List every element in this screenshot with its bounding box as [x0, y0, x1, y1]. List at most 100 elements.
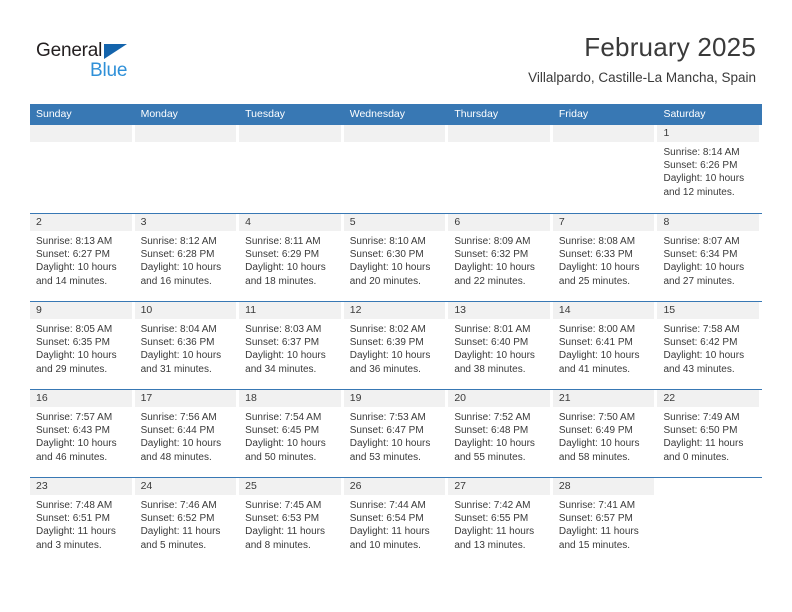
daylight-duration-line2: and 29 minutes.	[36, 363, 108, 375]
sunset-time: Sunset: 6:54 PM	[349, 513, 424, 525]
day-number	[239, 125, 341, 142]
day-sun-info: Sunrise: 7:49 AM Sunset: 6:50 PM Daylight:…	[657, 407, 759, 464]
calendar-day-cell[interactable]: 14 Sunrise: 8:00 AM Sunset: 6:41 PM Dayligh…	[552, 302, 658, 389]
calendar-day-cell[interactable]: 7 Sunrise: 8:08 AM Sunset: 6:33 PM Daylight…	[552, 214, 658, 301]
calendar-day-cell[interactable]: 2 Sunrise: 8:13 AM Sunset: 6:27 PM Daylight…	[30, 214, 135, 301]
weekday-header-wednesday: Wednesday	[349, 108, 405, 120]
day-number: 27	[448, 478, 550, 495]
daylight-duration-line1: Daylight: 10 hours	[349, 350, 431, 362]
weekday-header-monday: Monday	[140, 108, 178, 120]
daylight-duration-line2: and 0 minutes.	[663, 451, 730, 463]
day-number: 14	[552, 302, 655, 319]
calendar-day-cell[interactable]: 13 Sunrise: 8:01 AM Sunset: 6:40 PM Dayligh…	[448, 302, 553, 389]
daylight-duration-line1: Daylight: 11 hours	[245, 526, 326, 538]
calendar-day-cell[interactable]: 16 Sunrise: 7:57 AM Sunset: 6:43 PM Dayligh…	[30, 390, 135, 477]
sunset-time: Sunset: 6:26 PM	[663, 160, 738, 172]
calendar-day-cell-empty	[30, 125, 135, 213]
daylight-duration-line1: Daylight: 11 hours	[454, 526, 535, 538]
day-number: 4	[239, 214, 341, 231]
day-sun-info: Sunrise: 7:48 AM Sunset: 6:51 PM Daylight:…	[30, 495, 132, 552]
calendar-day-cell[interactable]: 4 Sunrise: 8:11 AM Sunset: 6:29 PM Daylight…	[239, 214, 344, 301]
day-number	[657, 478, 759, 495]
calendar-day-cell[interactable]: 3 Sunrise: 8:12 AM Sunset: 6:28 PM Daylight…	[134, 214, 240, 301]
calendar-page: General Blue February 2025 Villalpardo, …	[0, 0, 792, 612]
day-sun-info: Sunrise: 8:03 AM Sunset: 6:37 PM Daylight:…	[239, 319, 341, 376]
daylight-duration-line1: Daylight: 10 hours	[36, 350, 117, 362]
calendar-day-cell[interactable]: 9 Sunrise: 8:05 AM Sunset: 6:35 PM Daylight…	[30, 302, 135, 389]
weekday-header-thursday: Thursday	[454, 108, 499, 120]
calendar-day-cell[interactable]: 5 Sunrise: 8:10 AM Sunset: 6:30 PM Daylight…	[343, 214, 449, 301]
calendar-day-cell[interactable]: 23 Sunrise: 7:48 AM Sunset: 6:51 PM Dayligh…	[30, 478, 135, 565]
triangle-icon	[104, 44, 127, 59]
sunrise-time: Sunrise: 7:54 AM	[245, 412, 322, 423]
day-number	[448, 125, 550, 142]
daylight-duration-line2: and 8 minutes.	[245, 539, 311, 551]
calendar-day-cell[interactable]: 21 Sunrise: 7:50 AM Sunset: 6:49 PM Dayligh…	[552, 390, 658, 477]
calendar-day-cell[interactable]: 26 Sunrise: 7:44 AM Sunset: 6:54 PM Dayligh…	[343, 478, 449, 565]
sunset-time: Sunset: 6:36 PM	[140, 337, 215, 349]
calendar-day-cell[interactable]: 6 Sunrise: 8:09 AM Sunset: 6:32 PM Daylight…	[448, 214, 553, 301]
calendar-day-cell[interactable]: 18 Sunrise: 7:54 AM Sunset: 6:45 PM Dayligh…	[239, 390, 344, 477]
daylight-duration-line1: Daylight: 10 hours	[349, 438, 431, 450]
calendar-day-cell[interactable]: 24 Sunrise: 7:46 AM Sunset: 6:52 PM Dayligh…	[134, 478, 240, 565]
sunrise-time: Sunrise: 7:57 AM	[36, 412, 113, 423]
sunset-time: Sunset: 6:45 PM	[245, 425, 320, 437]
daylight-duration-line1: Daylight: 10 hours	[454, 350, 535, 362]
day-number	[343, 125, 446, 142]
daylight-duration-line2: and 41 minutes.	[558, 363, 631, 375]
calendar-day-cell[interactable]: 22 Sunrise: 7:49 AM Sunset: 6:50 PM Dayligh…	[657, 390, 762, 477]
daylight-duration-line2: and 18 minutes.	[245, 275, 317, 287]
day-sun-info: Sunrise: 7:56 AM Sunset: 6:44 PM Daylight:…	[135, 407, 237, 464]
calendar-day-cell[interactable]: 15 Sunrise: 7:58 AM Sunset: 6:42 PM Dayligh…	[657, 302, 762, 389]
sunrise-time: Sunrise: 7:53 AM	[349, 412, 426, 423]
daylight-duration-line1: Daylight: 10 hours	[558, 438, 640, 450]
daylight-duration-line2: and 43 minutes.	[663, 363, 735, 375]
calendar-day-cell[interactable]: 25 Sunrise: 7:45 AM Sunset: 6:53 PM Dayligh…	[239, 478, 344, 565]
daylight-duration-line2: and 3 minutes.	[36, 539, 102, 551]
calendar-day-cell[interactable]: 11 Sunrise: 8:03 AM Sunset: 6:37 PM Dayligh…	[239, 302, 344, 389]
calendar-day-cell[interactable]: 28 Sunrise: 7:41 AM Sunset: 6:57 PM Dayligh…	[552, 478, 658, 565]
day-number: 6	[448, 214, 550, 231]
daylight-duration-line1: Daylight: 10 hours	[454, 262, 535, 274]
day-sun-info: Sunrise: 8:01 AM Sunset: 6:40 PM Daylight:…	[448, 319, 550, 376]
general-blue-logo[interactable]: General Blue	[36, 40, 216, 86]
daylight-duration-line2: and 12 minutes.	[663, 186, 735, 198]
sunset-time: Sunset: 6:42 PM	[663, 337, 738, 349]
calendar-day-cell[interactable]: 19 Sunrise: 7:53 AM Sunset: 6:47 PM Dayligh…	[343, 390, 449, 477]
daylight-duration-line1: Daylight: 10 hours	[140, 438, 222, 450]
sunset-time: Sunset: 6:51 PM	[36, 513, 110, 525]
daylight-duration-line1: Daylight: 11 hours	[36, 526, 116, 538]
day-number: 15	[657, 302, 760, 319]
calendar-day-cell[interactable]: 17 Sunrise: 7:56 AM Sunset: 6:44 PM Dayligh…	[134, 390, 240, 477]
calendar-day-cell[interactable]: 12 Sunrise: 8:02 AM Sunset: 6:39 PM Dayligh…	[343, 302, 449, 389]
day-number: 13	[448, 302, 550, 319]
day-number: 18	[239, 390, 341, 407]
calendar-day-cell[interactable]: 8 Sunrise: 8:07 AM Sunset: 6:34 PM Daylight…	[657, 214, 762, 301]
daylight-duration-line1: Daylight: 11 hours	[140, 526, 221, 538]
sunset-time: Sunset: 6:49 PM	[558, 425, 633, 437]
sunrise-time: Sunrise: 8:01 AM	[454, 324, 531, 335]
day-number: 19	[343, 390, 446, 407]
calendar-weeks: 1 Sunrise: 8:14 AM Sunset: 6:26 PM Daylight…	[30, 125, 762, 565]
calendar-week-row: 1 Sunrise: 8:14 AM Sunset: 6:26 PM Daylight…	[30, 125, 762, 213]
weekday-header-tuesday: Tuesday	[245, 108, 286, 120]
calendar-week-row: 9 Sunrise: 8:05 AM Sunset: 6:35 PM Daylight…	[30, 301, 762, 389]
daylight-duration-line2: and 53 minutes.	[349, 451, 421, 463]
calendar-day-cell[interactable]: 20 Sunrise: 7:52 AM Sunset: 6:48 PM Dayligh…	[448, 390, 553, 477]
daylight-duration-line2: and 25 minutes.	[558, 275, 631, 287]
day-number: 28	[552, 478, 655, 495]
calendar-day-cell[interactable]: 1 Sunrise: 8:14 AM Sunset: 6:26 PM Daylight…	[657, 125, 762, 213]
calendar-day-cell-empty	[657, 478, 762, 565]
day-number: 12	[343, 302, 446, 319]
day-sun-info: Sunrise: 7:54 AM Sunset: 6:45 PM Daylight:…	[239, 407, 341, 464]
sunrise-time: Sunrise: 7:44 AM	[349, 500, 426, 511]
daylight-duration-line1: Daylight: 10 hours	[140, 350, 222, 362]
daylight-duration-line2: and 20 minutes.	[349, 275, 421, 287]
calendar-day-cell[interactable]: 27 Sunrise: 7:42 AM Sunset: 6:55 PM Dayligh…	[448, 478, 553, 565]
sunset-time: Sunset: 6:33 PM	[558, 249, 633, 261]
day-sun-info: Sunrise: 7:45 AM Sunset: 6:53 PM Daylight:…	[239, 495, 341, 552]
calendar-week-row: 16 Sunrise: 7:57 AM Sunset: 6:43 PM Dayligh…	[30, 389, 762, 477]
calendar-day-cell[interactable]: 10 Sunrise: 8:04 AM Sunset: 6:36 PM Dayligh…	[134, 302, 240, 389]
daylight-duration-line1: Daylight: 10 hours	[558, 262, 640, 274]
daylight-duration-line1: Daylight: 10 hours	[558, 350, 640, 362]
